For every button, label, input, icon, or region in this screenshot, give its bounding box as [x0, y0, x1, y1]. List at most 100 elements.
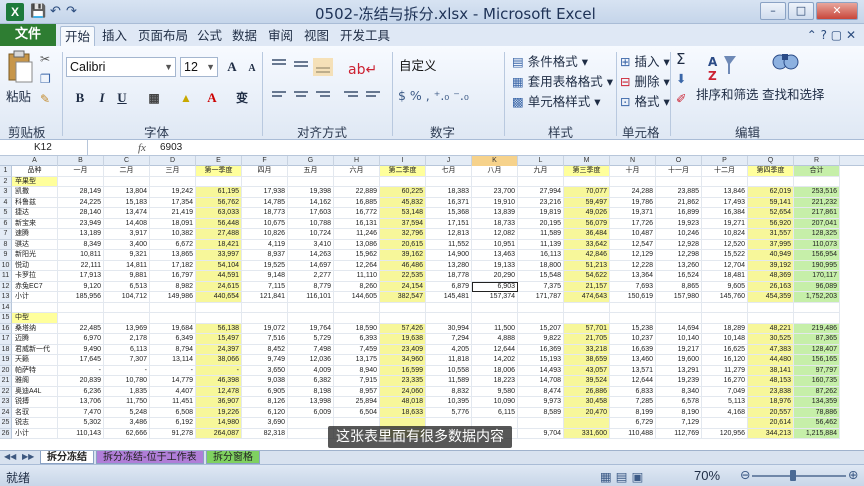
grid-cell[interactable]: 12,264 [334, 260, 380, 271]
grid-cell[interactable]: 28,140 [58, 208, 104, 219]
grid-cell[interactable]: 18,590 [334, 323, 380, 334]
grid-cell[interactable]: 天籁 [12, 355, 58, 366]
grid-cell[interactable]: 21,705 [564, 334, 610, 345]
grid-cell[interactable]: 6,729 [610, 418, 656, 429]
grid-cell[interactable]: 13,571 [610, 365, 656, 376]
grid-cell[interactable] [518, 302, 564, 313]
grid-cell[interactable]: 10,140 [656, 334, 702, 345]
grid-cell[interactable] [518, 418, 564, 429]
grid-cell[interactable] [748, 176, 794, 187]
grid-cell[interactable]: 13,865 [150, 250, 196, 261]
grid-cell[interactable]: 3,400 [104, 239, 150, 250]
grid-cell[interactable]: 6,236 [58, 386, 104, 397]
grid-cell[interactable]: 16,369 [518, 344, 564, 355]
insert-cells-button[interactable]: ⊞ 插入 ▾ [620, 51, 670, 70]
grid-cell[interactable]: 11,110 [334, 271, 380, 282]
grid-cell[interactable]: 11,139 [518, 239, 564, 250]
grid-cell[interactable]: 18,778 [426, 271, 472, 282]
grid-cell[interactable]: 8,794 [150, 344, 196, 355]
grid-cell[interactable] [610, 176, 656, 187]
grid-cell[interactable]: 17,182 [150, 260, 196, 271]
grid-cell[interactable]: 7,285 [610, 397, 656, 408]
grid-cell[interactable]: 6,115 [472, 407, 518, 418]
column-header-M[interactable]: M [564, 156, 610, 166]
grid-cell[interactable]: 5,776 [426, 407, 472, 418]
grid-cell[interactable]: 5,113 [702, 397, 748, 408]
grid-cell[interactable]: 96,089 [794, 281, 840, 292]
grid-cell[interactable]: 16,899 [656, 208, 702, 219]
grid-cell[interactable] [242, 302, 288, 313]
grid-cell[interactable]: 15,497 [196, 334, 242, 345]
grid-cell[interactable]: 145,760 [702, 292, 748, 303]
sheet-tab-split-panes[interactable]: 拆分窗格 [206, 451, 260, 464]
grid-cell[interactable]: 16,120 [702, 355, 748, 366]
grid-cell[interactable]: 3,650 [242, 365, 288, 376]
grid-cell[interactable]: 16,131 [334, 218, 380, 229]
grid-cell[interactable]: 24,397 [196, 344, 242, 355]
grid-cell[interactable] [12, 302, 58, 313]
grid-cell[interactable] [150, 176, 196, 187]
grid-cell[interactable]: 15,962 [334, 250, 380, 261]
grid-cell[interactable]: 18,733 [472, 218, 518, 229]
grid-cell[interactable]: 十二月 [702, 166, 748, 177]
grid-cell[interactable]: 12,813 [426, 229, 472, 240]
grid-cell[interactable]: 7,516 [242, 334, 288, 345]
row-header[interactable]: 1 [0, 166, 12, 177]
grid-cell[interactable]: 6,009 [288, 407, 334, 418]
grid-cell[interactable]: 170,117 [794, 271, 840, 282]
grid-cell[interactable]: 12,298 [656, 250, 702, 261]
grid-cell[interactable]: 3,917 [104, 229, 150, 240]
grid-cell[interactable]: 君威新一代 [12, 344, 58, 355]
grid-cell[interactable]: 十月 [610, 166, 656, 177]
grid-cell[interactable]: 13,474 [104, 208, 150, 219]
grid-cell[interactable]: 锐搏 [12, 397, 58, 408]
grid-cell[interactable] [58, 313, 104, 324]
grid-cell[interactable]: 7,459 [334, 344, 380, 355]
grid-cell[interactable]: 110,488 [610, 428, 656, 439]
grid-cell[interactable]: 54,104 [196, 260, 242, 271]
grid-cell[interactable]: 15,183 [104, 197, 150, 208]
grid-cell[interactable]: 16,797 [150, 271, 196, 282]
grid-cell[interactable] [564, 313, 610, 324]
grid-cell[interactable]: 14,263 [288, 250, 334, 261]
grid-cell[interactable] [702, 176, 748, 187]
grid-cell[interactable]: 八月 [472, 166, 518, 177]
grid-cell[interactable]: 13,969 [104, 323, 150, 334]
grid-cell[interactable]: 12,478 [196, 386, 242, 397]
grid-cell[interactable]: 15,522 [702, 250, 748, 261]
grid-cell[interactable]: 264,087 [196, 428, 242, 439]
maximize-button[interactable]: □ [788, 2, 814, 20]
grid-cell[interactable]: 171,787 [518, 292, 564, 303]
grid-cell[interactable]: 8,937 [242, 250, 288, 261]
grid-cell[interactable]: 11,589 [426, 376, 472, 387]
grid-cell[interactable]: 16,270 [702, 376, 748, 387]
grid-cell[interactable]: 36,907 [196, 397, 242, 408]
grid-cell[interactable]: 10,487 [610, 229, 656, 240]
column-header-F[interactable]: F [242, 156, 288, 166]
column-header-H[interactable]: H [334, 156, 380, 166]
grid-cell[interactable]: 第一季度 [196, 166, 242, 177]
grid-cell[interactable]: 2,178 [104, 334, 150, 345]
grid-cell[interactable]: 6,504 [334, 407, 380, 418]
grid-cell[interactable]: 24,615 [196, 281, 242, 292]
grid-cell[interactable]: 13,706 [58, 397, 104, 408]
grid-cell[interactable]: 26,886 [564, 386, 610, 397]
grid-cell[interactable] [610, 313, 656, 324]
row-header[interactable]: 5 [0, 208, 12, 219]
grid-cell[interactable] [748, 313, 794, 324]
grid-cell[interactable]: 16,371 [426, 197, 472, 208]
underline-button[interactable]: U [112, 88, 132, 108]
grid-cell[interactable]: 91,278 [150, 428, 196, 439]
grid-cell[interactable]: 217,861 [794, 208, 840, 219]
font-color-button[interactable]: A [202, 88, 222, 108]
grid-cell[interactable]: 23,335 [380, 376, 426, 387]
grid-cell[interactable]: 20,557 [748, 407, 794, 418]
grid-cell[interactable]: 44,480 [748, 355, 794, 366]
grid-cell[interactable] [426, 176, 472, 187]
grid-cell[interactable]: 12,129 [610, 250, 656, 261]
tab-review[interactable]: 审阅 [264, 26, 297, 46]
grid-cell[interactable]: 15,207 [518, 323, 564, 334]
row-header[interactable]: 16 [0, 323, 12, 334]
table-format-button[interactable]: ▦ 套用表格格式 ▾ [512, 71, 613, 90]
grid-cell[interactable]: 11,500 [472, 323, 518, 334]
